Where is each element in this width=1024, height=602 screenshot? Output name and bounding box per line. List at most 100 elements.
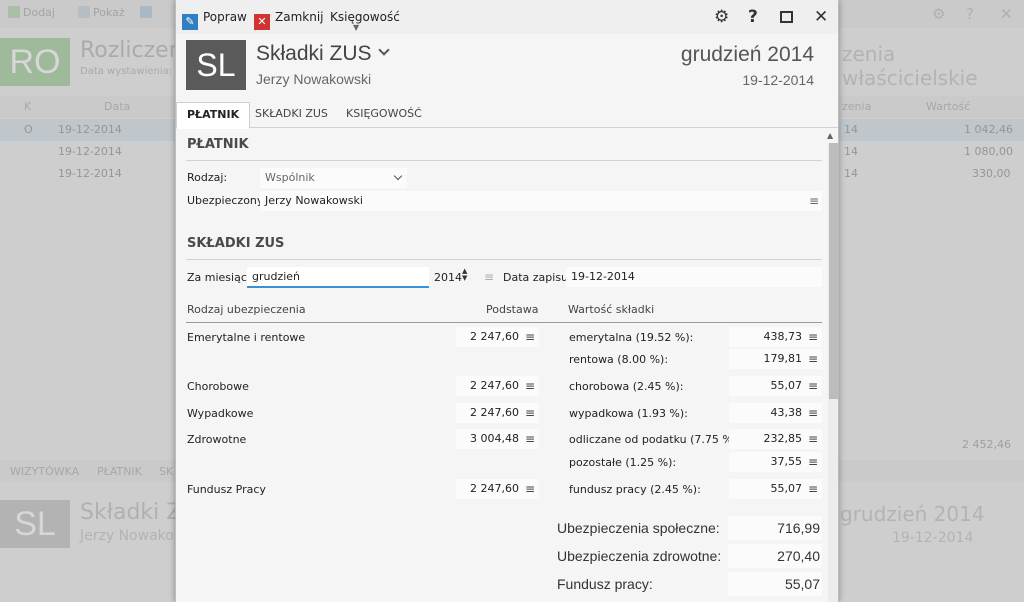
tab-platnik[interactable]: PŁATNIK	[176, 102, 251, 129]
list-icon[interactable]: ≡	[808, 452, 818, 472]
section-divider	[186, 160, 822, 161]
contribution-label-fundusz-pracy: fundusz pracy (2.45 %):	[569, 483, 701, 496]
list-icon[interactable]: ≡	[808, 429, 818, 449]
save-date-field[interactable]: 19-12-2014	[566, 267, 822, 287]
base-value: 2 247,60	[470, 482, 519, 495]
base-fundusz-field[interactable]: 2 247,60 ≡	[456, 479, 539, 499]
zus-dialog: ✎ Popraw ✕ Zamknij Księgowość ▼ ⚙ ? ✕ SL S…	[175, 0, 839, 602]
contribution-pozostale-field[interactable]: 37,55 ≡	[729, 452, 822, 472]
list-icon[interactable]: ≡	[808, 376, 818, 396]
document-person: Jerzy Nowakowski	[256, 71, 372, 87]
month-label: Za miesiąc:	[187, 271, 251, 284]
insured-value: Jerzy Nowakowski	[265, 194, 363, 207]
maximize-box	[780, 11, 793, 23]
month-input[interactable]: grudzień	[247, 267, 429, 288]
chevron-down-icon	[393, 171, 403, 181]
contribution-emerytalna-field[interactable]: 438,73 ≡	[729, 327, 822, 347]
contribution-value: 55,07	[770, 379, 803, 392]
summary-label-labour-fund: Fundusz pracy:	[557, 576, 653, 592]
contribution-label-emerytalna: emerytalna (19.52 %):	[569, 331, 694, 344]
list-icon[interactable]: ≡	[809, 191, 819, 211]
list-icon[interactable]: ≡	[484, 267, 494, 287]
list-icon[interactable]: ≡	[525, 327, 535, 347]
maximize-icon[interactable]	[780, 7, 793, 27]
payer-type-select[interactable]: Wspólnik	[260, 168, 407, 188]
contribution-label-wypadkowa: wypadkowa (1.93 %):	[569, 407, 688, 420]
summary-value-health: 270,40	[728, 544, 822, 568]
chevron-down-icon	[377, 44, 390, 56]
window-close-icon[interactable]: ✕	[814, 7, 828, 27]
summary-value-social: 716,99	[728, 516, 822, 540]
contribution-value: 232,85	[763, 432, 803, 445]
group-label-zdrowotne: Zdrowotne	[187, 433, 247, 446]
close-button-label: Zamknij	[275, 10, 324, 24]
list-icon[interactable]: ≡	[525, 376, 535, 396]
contribution-wypadkowa-field[interactable]: 43,38 ≡	[729, 403, 822, 423]
list-icon[interactable]: ≡	[525, 429, 535, 449]
base-value: 3 004,48	[470, 432, 519, 445]
contribution-value: 179,81	[763, 352, 803, 365]
edit-button-label: Popraw	[203, 10, 247, 24]
list-icon[interactable]: ≡	[525, 403, 535, 423]
document-title-text: Składki ZUS	[256, 42, 372, 65]
column-header-value: Wartość składki	[568, 303, 655, 316]
pencil-icon: ✎	[182, 14, 198, 30]
summary-label-social: Ubezpieczenia społeczne:	[557, 520, 720, 536]
group-label-wypadkowe: Wypadkowe	[187, 407, 254, 420]
group-label-chorobowe: Chorobowe	[187, 380, 249, 393]
summary-label-health: Ubezpieczenia zdrowotne:	[557, 548, 722, 564]
dialog-toolbar: ✎ Popraw ✕ Zamknij Księgowość ▼ ⚙ ? ✕	[176, 0, 838, 34]
document-month: grudzień 2014	[680, 43, 814, 66]
document-avatar: SL	[186, 40, 246, 90]
accounting-menu[interactable]: Księgowość	[330, 8, 400, 26]
help-icon[interactable]: ?	[748, 7, 758, 27]
tab-skladki-zus[interactable]: SKŁADKI ZUS	[245, 102, 338, 128]
base-value: 2 247,60	[470, 330, 519, 343]
gear-icon[interactable]: ⚙	[714, 7, 729, 27]
base-value: 2 247,60	[470, 379, 519, 392]
section-divider	[186, 259, 822, 260]
insured-field[interactable]: Jerzy Nowakowski	[260, 191, 822, 211]
column-header-base: Podstawa	[486, 303, 539, 316]
scrollbar-thumb[interactable]	[829, 143, 838, 399]
accounting-menu-label: Księgowość	[330, 10, 400, 24]
document-date: 19-12-2014	[742, 72, 814, 88]
contribution-label-rentowa: rentowa (8.00 %):	[569, 353, 669, 366]
edit-button[interactable]: ✎ Popraw	[182, 8, 247, 30]
payer-type-value: Wspólnik	[265, 171, 315, 184]
close-x-icon: ✕	[254, 14, 270, 30]
base-value: 2 247,60	[470, 406, 519, 419]
contribution-chorobowa-field[interactable]: 55,07 ≡	[729, 376, 822, 396]
summary-value-labour-fund: 55,07	[728, 572, 822, 596]
list-icon[interactable]: ≡	[808, 327, 818, 347]
scroll-up-icon[interactable]: ▲	[827, 131, 833, 140]
group-label-fundusz: Fundusz Pracy	[187, 483, 266, 496]
list-icon[interactable]: ≡	[808, 479, 818, 499]
contribution-value: 37,55	[770, 455, 803, 468]
contribution-value: 438,73	[763, 330, 803, 343]
contribution-label-odliczane: odliczane od podatku (7.75 %):	[569, 433, 741, 446]
contribution-value: 43,38	[770, 406, 803, 419]
section-title-skladki: SKŁADKI ZUS	[187, 236, 285, 251]
contribution-label-chorobowa: chorobowa (2.45 %):	[569, 380, 684, 393]
column-header-type: Rodzaj ubezpieczenia	[187, 303, 306, 316]
contribution-fundusz-pracy-field[interactable]: 55,07 ≡	[729, 479, 822, 499]
list-icon[interactable]: ≡	[808, 403, 818, 423]
document-title[interactable]: Składki ZUS	[256, 42, 390, 66]
base-zdrowotne-field[interactable]: 3 004,48 ≡	[456, 429, 539, 449]
base-wypadkowe-field[interactable]: 2 247,60 ≡	[456, 403, 539, 423]
list-icon[interactable]: ≡	[808, 349, 818, 369]
tab-ksiegowosc[interactable]: KSIĘGOWOŚĆ	[336, 102, 432, 128]
insured-label: Ubezpieczony:	[187, 194, 267, 207]
year-value[interactable]: 2014	[434, 271, 462, 284]
contribution-odliczane-field[interactable]: 232,85 ≡	[729, 429, 822, 449]
section-title-platnik: PŁATNIK	[187, 137, 249, 152]
base-chorobowe-field[interactable]: 2 247,60 ≡	[456, 376, 539, 396]
list-icon[interactable]: ≡	[525, 479, 535, 499]
contribution-value: 55,07	[770, 482, 803, 495]
contribution-rentowa-field[interactable]: 179,81 ≡	[729, 349, 822, 369]
contribution-label-pozostale: pozostałe (1.25 %):	[569, 456, 677, 469]
base-emerytalne-field[interactable]: 2 247,60 ≡	[456, 327, 539, 347]
close-button[interactable]: ✕ Zamknij	[254, 8, 324, 30]
year-stepper-icon[interactable]: ▲ ▼	[462, 268, 467, 282]
